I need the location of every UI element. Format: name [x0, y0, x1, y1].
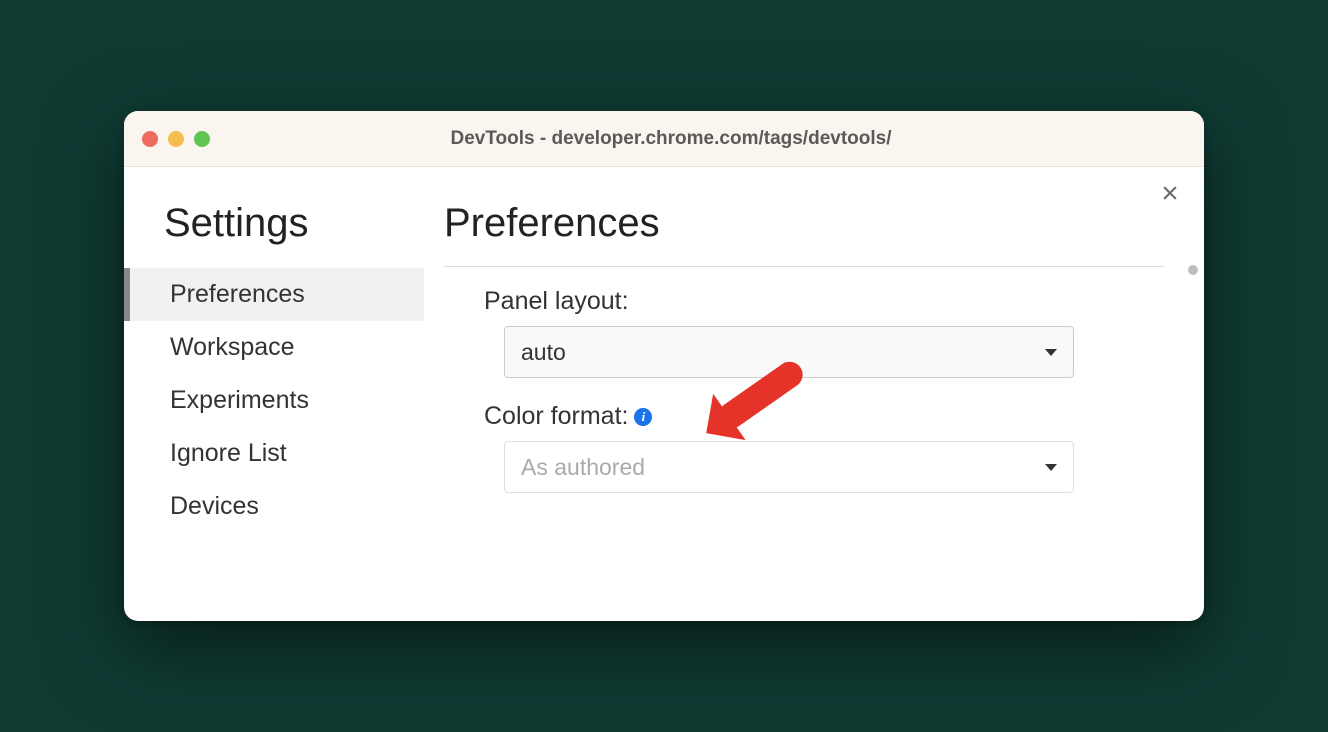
- sidebar-item-preferences[interactable]: Preferences: [124, 268, 424, 321]
- scrollbar-thumb[interactable]: [1188, 265, 1198, 275]
- chevron-down-icon: [1045, 349, 1057, 356]
- color-format-value: As authored: [521, 454, 645, 481]
- sidebar-item-label: Workspace: [170, 333, 295, 361]
- sidebar-item-ignore-list[interactable]: Ignore List: [124, 427, 424, 480]
- sidebar-item-experiments[interactable]: Experiments: [124, 374, 424, 427]
- sidebar-item-label: Devices: [170, 492, 259, 520]
- window-title: DevTools - developer.chrome.com/tags/dev…: [156, 128, 1186, 150]
- panel-layout-label-text: Panel layout:: [484, 287, 629, 316]
- preferences-body: Panel layout: auto Color format: i As au…: [444, 266, 1164, 606]
- sidebar-item-label: Preferences: [170, 280, 305, 308]
- panel-layout-select[interactable]: auto: [504, 326, 1074, 378]
- sidebar-heading: Settings: [124, 201, 424, 268]
- color-format-label-text: Color format:: [484, 402, 628, 431]
- color-format-label: Color format: i: [484, 402, 1134, 431]
- preferences-panel: Preferences Panel layout: auto Color for…: [424, 167, 1204, 621]
- chevron-down-icon: [1045, 464, 1057, 471]
- titlebar: DevTools - developer.chrome.com/tags/dev…: [124, 111, 1204, 167]
- devtools-settings-window: DevTools - developer.chrome.com/tags/dev…: [124, 111, 1204, 621]
- sidebar-item-devices[interactable]: Devices: [124, 480, 424, 533]
- preferences-heading: Preferences: [444, 201, 1164, 266]
- sidebar-item-label: Experiments: [170, 386, 309, 414]
- settings-sidebar: Settings Preferences Workspace Experimen…: [124, 167, 424, 621]
- panel-layout-label: Panel layout:: [484, 287, 1134, 316]
- sidebar-item-workspace[interactable]: Workspace: [124, 321, 424, 374]
- sidebar-item-label: Ignore List: [170, 439, 287, 467]
- settings-content: Settings Preferences Workspace Experimen…: [124, 167, 1204, 621]
- color-format-select: As authored: [504, 441, 1074, 493]
- panel-layout-value: auto: [521, 339, 566, 366]
- info-icon[interactable]: i: [634, 408, 652, 426]
